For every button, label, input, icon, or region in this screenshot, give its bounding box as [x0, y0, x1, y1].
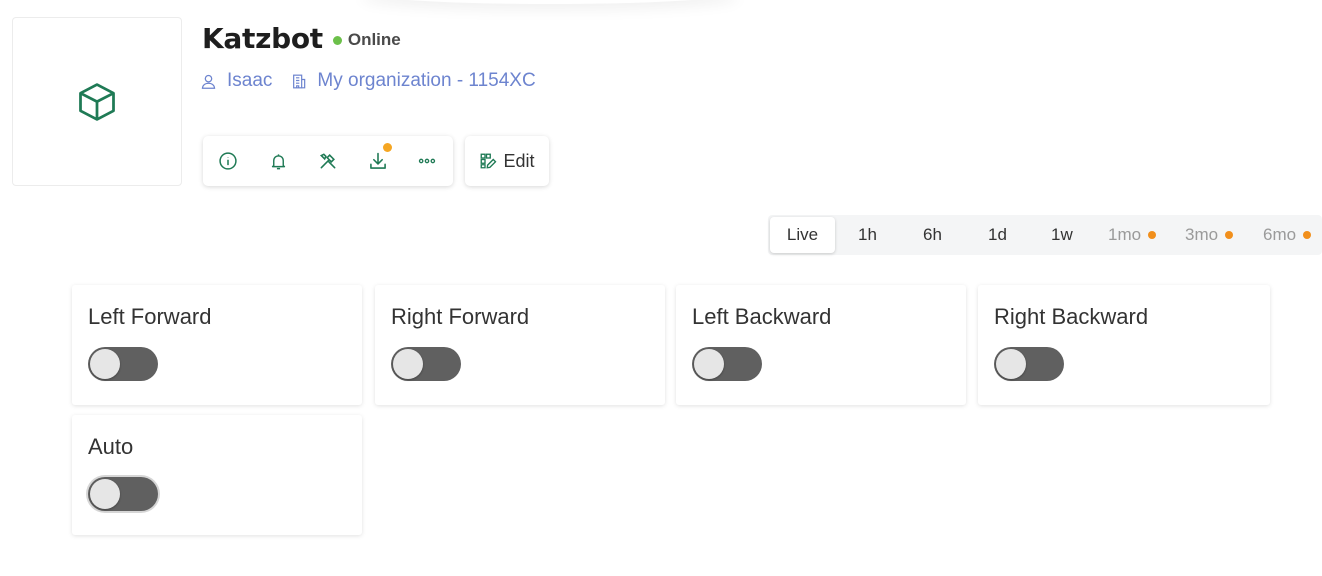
left-backward-toggle[interactable]: [692, 347, 762, 381]
control-card-right-forward: Right Forward: [375, 285, 665, 405]
user-icon: [201, 74, 216, 89]
toggle-knob: [393, 349, 423, 379]
notification-badge: [383, 143, 392, 152]
range-tab-3mo[interactable]: 3mo: [1185, 215, 1234, 255]
device-thumbnail: [12, 17, 182, 186]
edit-layout-icon: [481, 153, 497, 169]
control-label: Auto: [88, 434, 134, 459]
organization-link[interactable]: My organization - 1154XC: [291, 70, 536, 92]
device-header: Katzbot Online: [202, 20, 401, 56]
right-backward-toggle[interactable]: [994, 347, 1064, 381]
range-tab-6h[interactable]: 6h: [923, 215, 942, 255]
status-text: Online: [347, 30, 401, 49]
control-card-left-backward: Left Backward: [676, 285, 966, 405]
organization-name: My organization - 1154XC: [317, 70, 536, 91]
download-icon: [370, 152, 386, 169]
range-tab-label: 3mo: [1185, 225, 1219, 244]
time-range-selector: Live 1h 6h 1d 1w 1mo 3mo 6mo: [768, 215, 1322, 255]
premium-dot-icon: [1148, 231, 1157, 239]
premium-dot-icon: [1225, 231, 1234, 239]
device-toolbar: [203, 136, 453, 186]
right-forward-toggle[interactable]: [391, 347, 461, 381]
device-title: Katzbot: [202, 21, 323, 55]
range-tab-1w[interactable]: 1w: [1051, 215, 1073, 255]
control-label: Left Forward: [88, 304, 212, 329]
range-tab-1d[interactable]: 1d: [988, 215, 1007, 255]
cube-icon: [79, 82, 115, 121]
more-icon: [418, 158, 436, 164]
range-tab-live[interactable]: Live: [770, 217, 835, 253]
range-tab-label: 1d: [988, 225, 1007, 244]
device-meta: Isaac My organization - 1154XC: [200, 68, 536, 94]
toggle-knob: [694, 349, 724, 379]
control-label: Right Backward: [994, 304, 1149, 329]
tools-button[interactable]: [316, 149, 340, 173]
edit-label: Edit: [503, 150, 535, 171]
toggle-knob: [90, 479, 120, 509]
range-tab-1mo[interactable]: 1mo: [1108, 215, 1157, 255]
range-tab-label: 6h: [923, 225, 942, 244]
range-tab-label: 6mo: [1263, 225, 1297, 244]
notifications-button[interactable]: [266, 149, 290, 173]
info-icon: [219, 152, 237, 170]
toggle-knob: [90, 349, 120, 379]
control-card-right-backward: Right Backward: [978, 285, 1270, 405]
download-button[interactable]: [366, 143, 392, 173]
left-forward-toggle[interactable]: [88, 347, 158, 381]
range-tab-1h[interactable]: 1h: [858, 215, 877, 255]
control-card-auto: Auto: [72, 415, 362, 535]
online-dot-icon: [332, 35, 342, 45]
building-icon: [293, 74, 306, 88]
auto-toggle[interactable]: [88, 477, 158, 511]
tools-icon: [319, 153, 336, 169]
top-shadow-decoration: [360, 0, 740, 4]
owner-link[interactable]: Isaac: [200, 70, 272, 92]
control-label: Right Forward: [391, 304, 530, 329]
control-card-left-forward: Left Forward: [72, 285, 362, 405]
range-tab-label: Live: [786, 225, 819, 244]
owner-name: Isaac: [227, 70, 273, 91]
control-label: Left Backward: [692, 304, 832, 329]
range-tab-6mo[interactable]: 6mo: [1263, 215, 1312, 255]
range-tab-label: 1h: [858, 225, 877, 244]
status-indicator: Online: [332, 30, 401, 50]
info-button[interactable]: [216, 149, 240, 173]
range-tab-label: 1mo: [1108, 225, 1142, 244]
bell-icon: [271, 153, 285, 169]
more-button[interactable]: [415, 149, 439, 173]
premium-dot-icon: [1303, 231, 1312, 239]
edit-button[interactable]: Edit: [465, 136, 549, 186]
toggle-knob: [996, 349, 1026, 379]
range-tab-label: 1w: [1051, 225, 1073, 244]
